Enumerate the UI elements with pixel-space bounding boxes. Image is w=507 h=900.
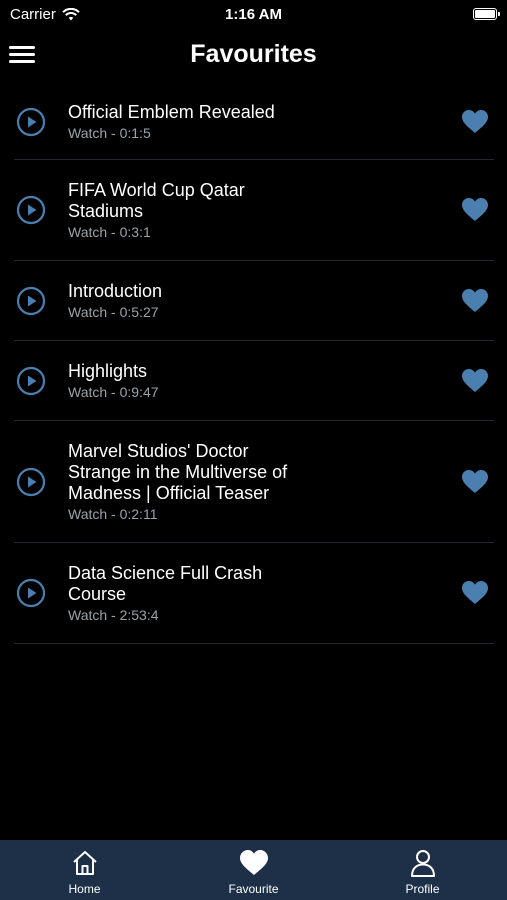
list-item[interactable]: FIFA World Cup Qatar Stadiums Watch - 0:… [14, 160, 494, 261]
list-item[interactable]: Data Science Full Crash Course Watch - 2… [14, 543, 494, 644]
play-icon[interactable] [16, 107, 46, 137]
carrier-info: Carrier [10, 6, 80, 23]
item-subtitle: Watch - 2:53:4 [68, 607, 159, 623]
play-icon[interactable] [16, 286, 46, 316]
heart-icon[interactable] [460, 286, 490, 316]
item-subtitle: Watch - 0:3:1 [68, 224, 151, 240]
heart-icon[interactable] [460, 578, 490, 608]
heart-icon[interactable] [460, 366, 490, 396]
carrier-label: Carrier [10, 5, 56, 23]
item-title: FIFA World Cup Qatar Stadiums [68, 180, 245, 221]
tab-bar: Home Favourite Profile [0, 840, 507, 900]
item-title: Official Emblem Revealed [68, 102, 275, 122]
heart-icon[interactable] [460, 467, 490, 497]
tab-home[interactable]: Home [25, 848, 145, 900]
header: Favourites [0, 28, 507, 84]
item-title: Marvel Studios' Doctor Strange in the Mu… [68, 441, 288, 503]
profile-icon [410, 850, 435, 877]
item-subtitle: Watch - 0:1:5 [68, 125, 151, 141]
item-texts: FIFA World Cup Qatar Stadiums Watch - 0:… [68, 168, 460, 252]
tab-profile-label: Profile [405, 882, 440, 896]
play-icon[interactable] [16, 195, 46, 225]
list-item[interactable]: Marvel Studios' Doctor Strange in the Mu… [14, 421, 494, 543]
item-texts: Data Science Full Crash Course Watch - 2… [68, 551, 460, 635]
page-title: Favourites [190, 40, 317, 68]
item-texts: Introduction Watch - 0:5:27 [68, 269, 460, 332]
item-subtitle: Watch - 0:5:27 [68, 304, 159, 320]
favourites-list: Official Emblem Revealed Watch - 0:1:5 F… [14, 84, 494, 644]
list-item[interactable]: Highlights Watch - 0:9:47 [14, 341, 494, 421]
status-time: 1:16 AM [225, 5, 282, 23]
home-icon [72, 851, 97, 875]
item-title: Highlights [68, 361, 148, 381]
item-title: Data Science Full Crash Course [68, 563, 263, 604]
list-item[interactable]: Official Emblem Revealed Watch - 0:1:5 [14, 84, 494, 160]
battery-icon [473, 8, 500, 20]
list-item[interactable]: Introduction Watch - 0:5:27 [14, 261, 494, 341]
tab-favourite[interactable]: Favourite [194, 848, 314, 900]
item-texts: Marvel Studios' Doctor Strange in the Mu… [68, 429, 460, 534]
item-texts: Highlights Watch - 0:9:47 [68, 349, 460, 412]
item-subtitle: Watch - 0:2:11 [68, 506, 158, 522]
heart-icon[interactable] [460, 195, 490, 225]
item-title: Introduction [68, 281, 163, 301]
heart-icon [239, 850, 268, 875]
tab-home-label: Home [68, 882, 101, 896]
heart-icon[interactable] [460, 107, 490, 137]
tab-profile[interactable]: Profile [363, 848, 483, 900]
status-bar: Carrier 1:16 AM [0, 0, 507, 28]
play-icon[interactable] [16, 366, 46, 396]
item-texts: Official Emblem Revealed Watch - 0:1:5 [68, 90, 460, 153]
wifi-icon [62, 7, 80, 20]
tab-favourite-label: Favourite [228, 882, 279, 896]
item-subtitle: Watch - 0:9:47 [68, 384, 159, 400]
play-icon[interactable] [16, 467, 46, 497]
play-icon[interactable] [16, 578, 46, 608]
